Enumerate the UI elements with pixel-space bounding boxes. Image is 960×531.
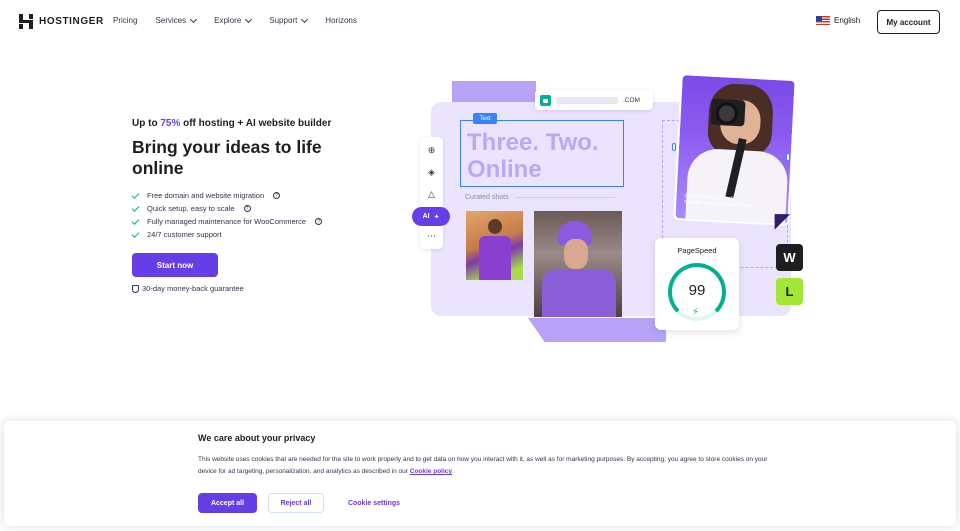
start-now-button[interactable]: Start now xyxy=(132,253,218,277)
nav-item-label: Horizons xyxy=(325,16,357,25)
cookie-body-end: . xyxy=(452,468,454,475)
resize-handle xyxy=(672,143,676,151)
pagespeed-score: 99 xyxy=(688,282,706,299)
reject-all-button[interactable]: Reject all xyxy=(268,493,324,513)
cookie-body-text: This website uses cookies that are neede… xyxy=(198,456,768,475)
logo-text: HOSTINGER xyxy=(39,16,104,27)
hostinger-logo-icon xyxy=(19,14,33,29)
photo-woman-camera: Client: Anna Tranquell Founder of annatra… xyxy=(673,73,797,226)
sparkle-icon: ✦ xyxy=(433,213,440,221)
nav-item-support[interactable]: Support xyxy=(269,15,309,25)
logo[interactable]: HOSTINGER xyxy=(19,14,104,29)
text-tag: Text xyxy=(473,113,497,124)
divider xyxy=(514,197,615,198)
nav-item-horizons[interactable]: Horizons xyxy=(325,16,357,25)
nav-item-label: Services xyxy=(155,16,187,25)
my-account-button[interactable]: My account xyxy=(877,10,940,34)
curated-text: Curated shots xyxy=(465,194,509,201)
guarantee-text: 30-day money-back guarantee xyxy=(142,284,244,293)
cookie-settings-button[interactable]: Cookie settings xyxy=(334,493,414,513)
help-icon[interactable]: ? xyxy=(243,205,251,212)
chevron-down-icon xyxy=(245,15,253,23)
photo-woman-purple-hat xyxy=(534,211,622,317)
decor-shape xyxy=(528,318,666,342)
help-icon[interactable]: ? xyxy=(273,192,281,199)
ai-button[interactable]: AI ✦ xyxy=(412,207,450,226)
resize-handle xyxy=(786,153,790,161)
feature-item: 24/7 customer support xyxy=(131,228,392,241)
check-icon xyxy=(131,216,140,225)
feature-item: Fully managed maintenance for WooCommerc… xyxy=(131,215,392,228)
money-back-guarantee: 30-day money-back guarantee xyxy=(132,284,244,293)
check-icon xyxy=(131,203,140,212)
feature-text: 24/7 customer support xyxy=(147,230,222,239)
language-label: English xyxy=(834,16,861,25)
nav-item-explore[interactable]: Explore xyxy=(214,15,253,25)
url-placeholder xyxy=(556,96,618,104)
hero-text: Up to 75% off hosting + AI website build… xyxy=(131,118,392,293)
layers-icon[interactable]: ◈ xyxy=(426,167,437,178)
chevron-down-icon xyxy=(301,15,309,23)
feature-list: Free domain and website migration? Quick… xyxy=(131,189,392,241)
language-selector[interactable]: English xyxy=(816,16,860,25)
check-icon xyxy=(131,229,140,238)
nav-links: Pricing Services Explore Support Horizon… xyxy=(113,15,375,25)
discount-percent: 75% xyxy=(160,118,181,129)
cookie-banner: We care about your privacy This website … xyxy=(4,421,956,526)
hero-illustration: .COM ⊕ ◈ △ ⋯ AI ✦ Text Three. Two. Online… xyxy=(410,73,830,350)
feature-item: Free domain and website migration? xyxy=(131,189,392,202)
domain-bar: .COM xyxy=(535,90,653,110)
litespeed-icon: L xyxy=(776,278,803,305)
add-icon[interactable]: ⊕ xyxy=(426,145,437,156)
nav-item-label: Pricing xyxy=(113,16,138,25)
help-icon[interactable]: ? xyxy=(315,218,323,225)
feature-text: Free domain and website migration xyxy=(147,191,265,200)
check-icon xyxy=(131,190,140,199)
cookie-policy-link[interactable]: Cookie policy xyxy=(410,468,452,475)
lightning-icon: ⚡ xyxy=(692,307,700,318)
feature-item: Quick setup, easy to scale? xyxy=(131,202,392,215)
nav-item-label: Support xyxy=(269,16,298,25)
cookie-text: This website uses cookies that are neede… xyxy=(198,454,768,478)
hero-eyebrow: Up to 75% off hosting + AI website build… xyxy=(132,118,392,129)
eyebrow-suffix: off hosting + AI website builder xyxy=(180,118,332,129)
feature-text: Quick setup, easy to scale xyxy=(147,204,235,213)
feature-text: Fully managed maintenance for WooCommerc… xyxy=(147,217,307,226)
more-icon[interactable]: ⋯ xyxy=(426,231,437,242)
wordpress-icon: W xyxy=(776,244,803,271)
pagespeed-label: PageSpeed xyxy=(677,246,717,255)
face xyxy=(564,239,588,269)
curated-shots-label: Curated shots xyxy=(465,194,615,201)
builder-toolbar: ⊕ ◈ △ ⋯ xyxy=(420,137,443,249)
photo-man-purple-suit xyxy=(466,211,523,280)
chevron-down-icon xyxy=(190,15,198,23)
top-nav: HOSTINGER Pricing Services Explore Suppo… xyxy=(0,0,960,44)
nav-item-pricing[interactable]: Pricing xyxy=(113,16,137,25)
lock-icon xyxy=(540,94,551,106)
accept-all-button[interactable]: Accept all xyxy=(198,493,257,513)
cookie-title: We care about your privacy xyxy=(198,433,316,443)
us-flag-icon xyxy=(816,16,830,25)
shapes-icon[interactable]: △ xyxy=(426,189,437,200)
canvas-heading: Three. Two. Online xyxy=(467,129,599,183)
decor-shape xyxy=(452,81,536,103)
pagespeed-card: PageSpeed 99 ⚡ xyxy=(655,238,739,330)
nav-item-services[interactable]: Services xyxy=(155,15,198,25)
eyebrow-prefix: Up to xyxy=(132,118,161,129)
ai-label: AI xyxy=(422,213,430,220)
shield-icon xyxy=(132,284,139,293)
hero-headline: Bring your ideas to life online xyxy=(132,137,322,178)
nav-item-label: Explore xyxy=(214,16,242,25)
domain-tld: .COM xyxy=(623,96,640,104)
